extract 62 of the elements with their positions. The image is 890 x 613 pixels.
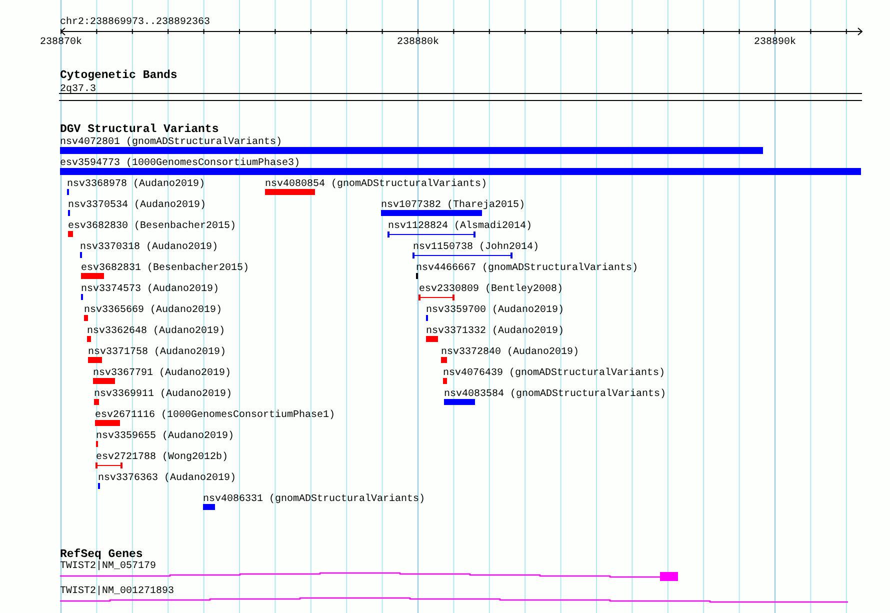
variant-label: nsv1150738 (John2014) [413, 242, 540, 253]
variant-label: nsv3368978 (Audano2019) [67, 179, 206, 190]
variant-label: nsv3371758 (Audano2019) [88, 347, 226, 358]
variant-label: nsv3362648 (Audano2019) [87, 326, 226, 337]
variant-label: nsv3370318 (Audano2019) [80, 242, 218, 253]
variant-span[interactable] [388, 232, 476, 238]
variant-label: nsv1077382 (Thareja2015) [381, 200, 526, 211]
variant-bar[interactable] [426, 336, 438, 342]
variant-label: esv2721788 (Wong2012b) [96, 452, 228, 463]
tick-label: 238870k [40, 37, 82, 48]
variant-bar[interactable] [81, 273, 104, 279]
variant-label: esv2330809 (Bentley2008) [419, 284, 564, 295]
variant-label: nsv3374573 (Audano2019) [81, 284, 220, 295]
track-title: RefSeq Genes [60, 548, 143, 561]
variant-label: nsv3376363 (Audano2019) [98, 473, 236, 484]
variant-label: nsv4086331 (gnomADStructuralVariants) [203, 494, 426, 505]
variant-bar[interactable] [95, 420, 120, 426]
variant-bar[interactable] [265, 189, 315, 195]
variant-label: nsv3369911 (Audano2019) [94, 389, 232, 400]
track-title: Cytogenetic Bands [60, 69, 178, 82]
track-title: DGV Structural Variants [60, 123, 219, 136]
gene-label: TWIST2|NM_057179 [60, 561, 156, 572]
variant-label: esv3594773 (1000GenomesConsortiumPhase3) [60, 158, 300, 169]
variant-label: esv3682831 (Besenbacher2015) [81, 263, 250, 274]
tick-label: 238890k [754, 37, 796, 48]
variant-label: nsv3365669 (Audano2019) [84, 305, 222, 316]
variant-label: nsv3372840 (Audano2019) [441, 347, 580, 358]
variant-label: nsv3359700 (Audano2019) [426, 305, 564, 316]
variant-label: nsv4083584 (gnomADStructuralVariants) [444, 389, 666, 400]
variant-bar[interactable] [381, 210, 482, 216]
gene-model[interactable] [60, 572, 678, 581]
variant-span[interactable] [412, 252, 512, 258]
gene-model[interactable] [60, 597, 848, 603]
variant-label: nsv3359655 (Audano2019) [96, 431, 234, 442]
variant-label: nsv3370534 (Audano2019) [68, 200, 206, 211]
variant-bar[interactable] [94, 399, 99, 405]
tick-label: 238880k [397, 37, 439, 48]
variant-bar[interactable] [203, 504, 215, 510]
variant-bar[interactable] [60, 147, 763, 154]
variant-label: nsv3371332 (Audano2019) [426, 326, 564, 337]
variant-label: nsv4466667 (gnomADStructuralVariants) [416, 263, 638, 274]
variant-bar[interactable] [68, 231, 73, 237]
variant-bar[interactable] [444, 399, 475, 405]
variant-span[interactable] [418, 294, 454, 300]
variant-bar[interactable] [93, 378, 115, 384]
variant-bar[interactable] [60, 168, 861, 175]
region-label: chr2:238869973..238892363 [60, 17, 210, 28]
variant-bar[interactable] [88, 357, 102, 363]
variant-label: nsv4072801 (gnomADStructuralVariants) [60, 137, 282, 148]
variant-label: nsv3367791 (Audano2019) [93, 368, 232, 379]
band-label: 2q37.3 [60, 84, 96, 95]
variant-label: nsv4076439 (gnomADStructuralVariants) [443, 368, 666, 379]
variant-bar[interactable] [84, 315, 88, 321]
variant-span[interactable] [96, 462, 122, 468]
variant-bar[interactable] [441, 357, 447, 363]
variant-label: esv3682830 (Besenbacher2015) [68, 221, 236, 232]
variant-bar[interactable] [87, 336, 91, 342]
variant-label: nsv4080854 (gnomADStructuralVariants) [265, 179, 488, 190]
variant-bar[interactable] [443, 378, 447, 384]
gene-label: TWIST2|NM_001271893 [60, 586, 174, 597]
variant-label: nsv1128824 (Alsmadi2014) [388, 221, 532, 232]
variant-label: esv2671116 (1000GenomesConsortiumPhase1) [95, 410, 336, 421]
